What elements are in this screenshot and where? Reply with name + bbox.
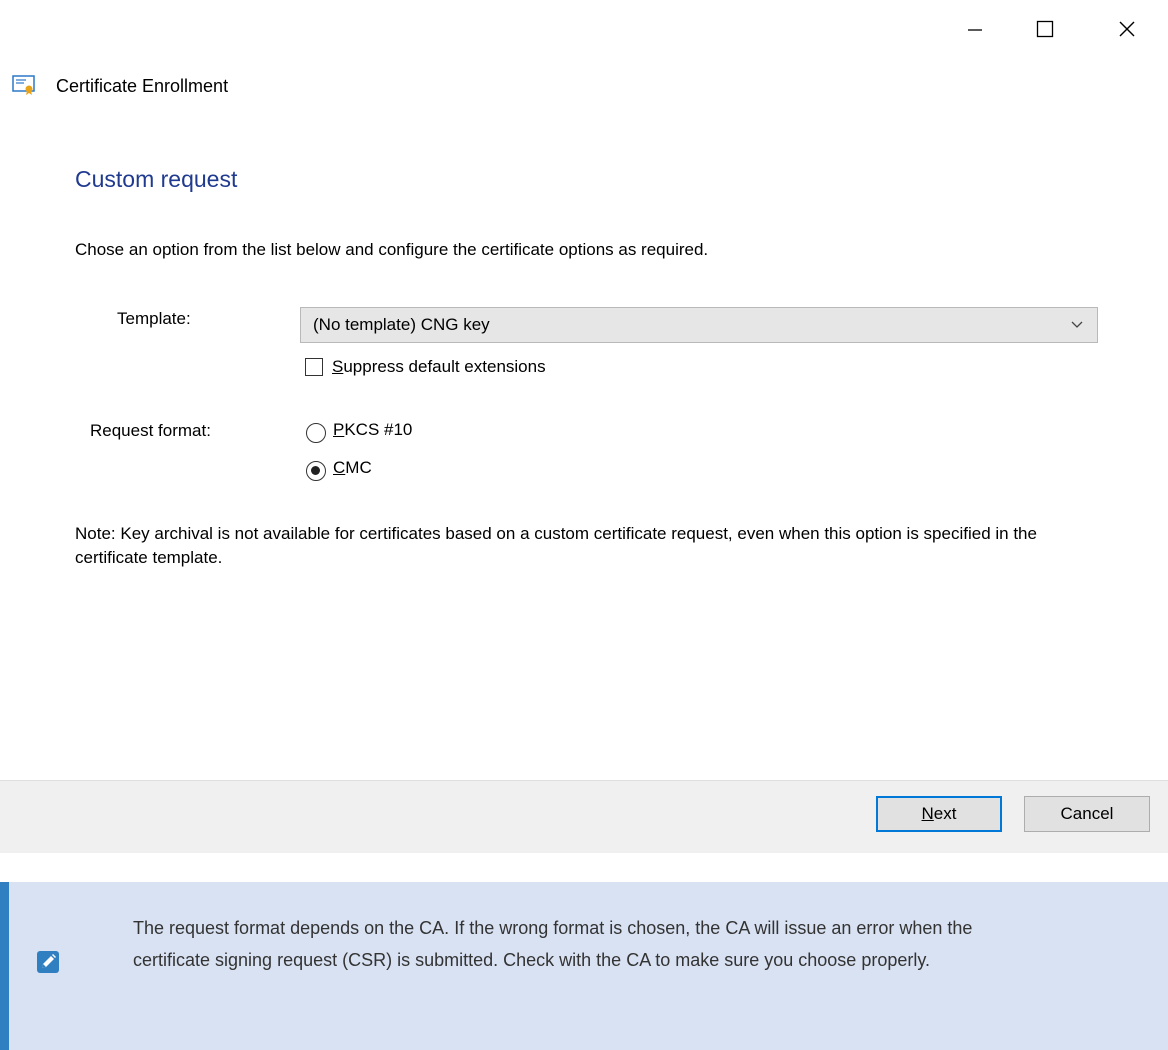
certificate-icon [12, 75, 35, 95]
close-button[interactable] [1112, 14, 1142, 44]
suppress-extensions-checkbox[interactable] [305, 358, 323, 376]
window-title: Certificate Enrollment [56, 76, 229, 96]
callout-accent-bar [0, 882, 9, 1050]
cancel-button[interactable]: Cancel [1024, 796, 1150, 832]
template-label: Template: [117, 309, 191, 328]
request-format-label: Request format: [90, 421, 211, 440]
callout-text: The request format depends on the CA. If… [133, 918, 973, 970]
chevron-down-icon [1071, 321, 1083, 328]
template-selected-value: (No template) CNG key [313, 315, 490, 334]
pkcs10-label[interactable]: PKCS #10 [333, 420, 412, 440]
key-archival-note: Note: Key archival is not available for … [75, 524, 1037, 567]
minimize-button[interactable] [960, 14, 990, 44]
next-button[interactable]: Next [876, 796, 1002, 832]
pkcs10-radio[interactable] [306, 423, 326, 443]
pencil-icon [37, 951, 59, 973]
instructions-text: Chose an option from the list below and … [75, 240, 709, 259]
close-icon [1119, 21, 1135, 37]
suppress-extensions-label[interactable]: Suppress default extensions [332, 357, 546, 377]
maximize-button[interactable] [1030, 14, 1060, 44]
page-title: Custom request [75, 166, 238, 192]
cmc-label[interactable]: CMC [333, 458, 372, 478]
cmc-radio[interactable] [306, 461, 326, 481]
radio-selected-dot [311, 466, 320, 475]
template-dropdown[interactable]: (No template) CNG key [300, 307, 1098, 343]
minimize-icon [968, 29, 982, 31]
maximize-icon [1036, 20, 1054, 38]
